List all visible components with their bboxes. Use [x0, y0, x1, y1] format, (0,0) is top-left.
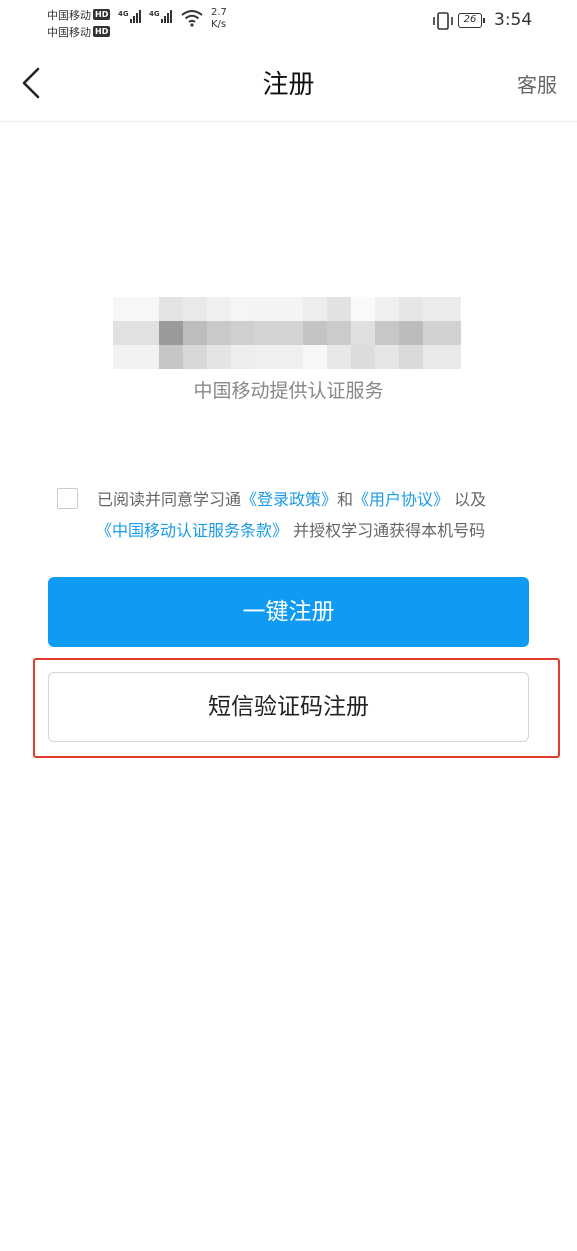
- carrier-info: 中国移动 HD 中国移动 HD: [47, 6, 111, 40]
- vibrate-icon: [433, 12, 453, 30]
- agreement-text-part2: 并授权学习通获得本机号码: [293, 521, 486, 540]
- user-agreement-link[interactable]: 《用户协议》: [353, 490, 449, 509]
- wifi-icon: [181, 10, 203, 27]
- back-button[interactable]: [18, 64, 52, 102]
- nav-bar: 注册 客服: [0, 44, 577, 122]
- carrier-name-2: 中国移动: [47, 25, 91, 39]
- signal-icon-2: 4G: [149, 10, 173, 23]
- hd-badge-1: HD: [93, 9, 111, 20]
- provider-text: 中国移动提供认证服务: [193, 380, 384, 402]
- login-policy-link[interactable]: 《登录政策》: [241, 490, 337, 509]
- status-bar: 中国移动 HD 中国移动 HD 4G 4G 2.7 K/s 26 3:54: [0, 0, 577, 44]
- chevron-left-icon: [22, 67, 40, 99]
- agreement-and-also: 以及: [454, 490, 487, 509]
- one-click-register-button[interactable]: 一键注册: [48, 577, 529, 647]
- speed-unit: K/s: [211, 19, 227, 30]
- speed-value: 2.7: [211, 7, 227, 18]
- cmcc-terms-link[interactable]: 《中国移动认证服务条款》: [96, 521, 288, 540]
- battery-icon: 26: [458, 13, 485, 28]
- masked-phone-number: [113, 297, 461, 369]
- signal-icon-1: 4G: [118, 10, 142, 23]
- agreement-text-part1: 已阅读并同意学习通: [97, 490, 242, 509]
- sms-register-button[interactable]: 短信验证码注册: [48, 672, 529, 742]
- agreement-checkbox[interactable]: [57, 488, 78, 509]
- carrier-name-1: 中国移动: [47, 8, 91, 22]
- page-title: 注册: [262, 70, 315, 100]
- hd-badge-2: HD: [93, 26, 111, 37]
- agreement-and: 和: [337, 490, 354, 509]
- network-type-1: 4G: [118, 10, 129, 18]
- status-time: 3:54: [494, 10, 533, 30]
- agreement-text: 已阅读并同意学习通《登录政策》和《用户协议》 以及 《中国移动认证服务条款》 并…: [96, 484, 537, 546]
- customer-service-button[interactable]: 客服: [517, 69, 557, 98]
- register-page: 中国移动 HD 中国移动 HD 4G 4G 2.7 K/s 26 3:54 注册…: [0, 0, 577, 1251]
- network-speed: 2.7 K/s: [211, 7, 227, 31]
- network-type-2: 4G: [149, 10, 160, 18]
